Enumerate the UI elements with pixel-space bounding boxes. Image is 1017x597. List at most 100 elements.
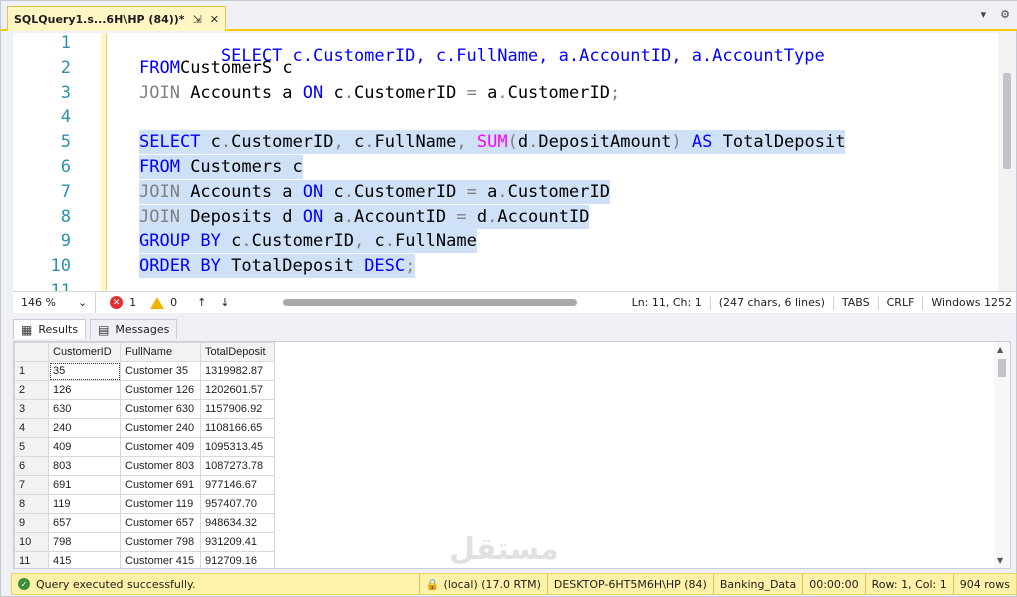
grid-cell[interactable]: 415 <box>48 551 121 568</box>
code-area[interactable]: SELECT c.CustomerID, c.FullName, a.Accou… <box>139 33 992 291</box>
line-endings[interactable]: CRLF <box>887 296 915 309</box>
table-row[interactable]: 4 240 Customer 240 1108166.65 <box>14 418 275 438</box>
tab-sqlquery1[interactable]: SQLQuery1.s...6H\HP (84))* ⇲ ✕ <box>7 6 226 31</box>
tab-title: SQLQuery1.s...6H\HP (84))* <box>14 12 185 26</box>
grid-cell[interactable]: 912709.16 <box>200 551 275 568</box>
grid-cell[interactable]: 119 <box>48 494 121 514</box>
close-icon[interactable]: ✕ <box>210 13 219 26</box>
table-row[interactable]: 10 798 Customer 798 931209.41 <box>14 532 275 552</box>
results-tabs: ▦ Results ▤ Messages <box>13 319 178 339</box>
zoom-selector[interactable]: 146 % ⌄ <box>13 292 97 313</box>
grid-cell[interactable]: 798 <box>48 532 121 552</box>
column-header-totaldeposit[interactable]: TotalDeposit <box>200 342 275 362</box>
grid-cell[interactable]: 1157906.92 <box>200 399 275 419</box>
grid-cell[interactable]: 1319982.87 <box>200 361 275 381</box>
code-token: . <box>384 231 395 252</box>
row-number[interactable]: 8 <box>14 494 49 514</box>
grid-cell[interactable]: Customer 415 <box>120 551 201 568</box>
code-token: CustomerID <box>354 82 467 103</box>
results-grid[interactable]: CustomerID FullName TotalDeposit 1 35 Cust… <box>13 341 1011 569</box>
scroll-thumb[interactable] <box>998 359 1006 377</box>
grid-cell[interactable]: 977146.67 <box>200 475 275 495</box>
scroll-thumb[interactable] <box>1003 73 1011 169</box>
row-number[interactable]: 9 <box>14 513 49 533</box>
table-row[interactable]: 2 126 Customer 126 1202601.57 <box>14 380 275 400</box>
grid-cell[interactable]: 691 <box>48 475 121 495</box>
row-number[interactable]: 11 <box>14 551 49 568</box>
code-line: SELECT c.CustomerID, c.FullName, SUM(d.D… <box>139 130 846 155</box>
chevron-down-icon[interactable]: ▾ <box>981 8 987 21</box>
scroll-up-icon[interactable]: ▲ <box>997 345 1003 354</box>
grid-cell[interactable]: 931209.41 <box>200 532 275 552</box>
row-number[interactable]: 5 <box>14 437 49 457</box>
arrow-up-icon[interactable]: ↑ <box>197 296 206 309</box>
grid-cell[interactable]: 240 <box>48 418 121 438</box>
grid-cell[interactable]: Customer 803 <box>120 456 201 476</box>
code-token: CustomerID <box>231 132 334 153</box>
grid-cell[interactable]: 957407.70 <box>200 494 275 514</box>
table-row[interactable]: 7 691 Customer 691 977146.67 <box>14 475 275 495</box>
warning-icon[interactable] <box>150 296 165 309</box>
grid-cell[interactable]: 35 <box>48 361 121 381</box>
code-token: d <box>517 132 529 153</box>
grid-cell[interactable]: Customer 35 <box>120 361 201 381</box>
grid-cell[interactable]: 1095313.45 <box>200 437 275 457</box>
grid-cell[interactable]: 657 <box>48 513 121 533</box>
table-row[interactable]: 8 119 Customer 119 957407.70 <box>14 494 275 514</box>
row-number[interactable]: 3 <box>14 399 49 419</box>
code-token: . <box>364 132 375 153</box>
table-row[interactable]: 9 657 Customer 657 948634.32 <box>14 513 275 533</box>
code-token: . <box>343 206 354 227</box>
row-number[interactable]: 10 <box>14 532 49 552</box>
table-row[interactable]: 1 35 Customer 35 1319982.87 <box>14 361 275 381</box>
grid-cell[interactable]: 126 <box>48 380 121 400</box>
editor-vertical-scrollbar[interactable] <box>998 33 1016 291</box>
grid-cell[interactable]: Customer 798 <box>120 532 201 552</box>
grid-cell[interactable]: 803 <box>48 456 121 476</box>
gear-icon[interactable]: ⚙ <box>1000 8 1010 21</box>
row-number[interactable]: 7 <box>14 475 49 495</box>
code-token: TotalDeposit <box>220 256 365 277</box>
grid-cell[interactable]: 948634.32 <box>200 513 275 533</box>
grid-cell[interactable]: Customer 126 <box>120 380 201 400</box>
grid-cell[interactable]: 630 <box>48 399 121 419</box>
grid-cell[interactable]: Customer 630 <box>120 399 201 419</box>
code-token: CustomerID <box>507 181 610 202</box>
query-status-bar: ✓ Query executed successfully. 🔒 (local) … <box>11 573 1017 595</box>
login-info: DESKTOP-6HT5M6H\HP (84) <box>546 574 713 594</box>
table-row[interactable]: 11 415 Customer 415 912709.16 <box>14 551 275 568</box>
row-number[interactable]: 1 <box>14 361 49 381</box>
tab-messages[interactable]: ▤ Messages <box>90 319 178 339</box>
grid-cell[interactable]: Customer 409 <box>120 437 201 457</box>
row-header-corner[interactable] <box>14 342 49 362</box>
column-header-fullname[interactable]: FullName <box>120 342 201 362</box>
code-line: FROM Customers c <box>139 155 303 179</box>
table-row[interactable]: 3 630 Customer 630 1157906.92 <box>14 399 275 419</box>
cursor-position: Row: 1, Col: 1 <box>864 574 953 594</box>
grid-cell[interactable]: 1202601.57 <box>200 380 275 400</box>
grid-cell[interactable]: Customer 691 <box>120 475 201 495</box>
encoding[interactable]: Windows 1252 <box>931 296 1012 309</box>
grid-cell[interactable]: Customer 240 <box>120 418 201 438</box>
grid-cell[interactable]: 1087273.78 <box>200 456 275 476</box>
scroll-down-icon[interactable]: ▼ <box>997 556 1003 565</box>
tab-results[interactable]: ▦ Results <box>13 319 87 339</box>
horizontal-scrollbar[interactable] <box>283 299 577 306</box>
code-token: ON <box>302 206 324 227</box>
table-row[interactable]: 6 803 Customer 803 1087273.78 <box>14 456 275 476</box>
arrow-down-icon[interactable]: ↓ <box>220 296 229 309</box>
query-editor[interactable]: 1 2 3 4 5 6 7 8 9 10 11 SELECT c.CustomerID, c.Ful… <box>13 33 1016 291</box>
table-row[interactable]: 5 409 Customer 409 1095313.45 <box>14 437 275 457</box>
row-number[interactable]: 2 <box>14 380 49 400</box>
indent-mode[interactable]: TABS <box>842 296 870 309</box>
grid-cell[interactable]: Customer 119 <box>120 494 201 514</box>
grid-vertical-scrollbar[interactable]: ▲ ▼ <box>994 342 1010 568</box>
column-header-customerid[interactable]: CustomerID <box>48 342 121 362</box>
pin-icon[interactable]: ⇲ <box>193 13 202 26</box>
error-icon[interactable]: ✕ <box>110 296 124 309</box>
grid-cell[interactable]: Customer 657 <box>120 513 201 533</box>
grid-cell[interactable]: 1108166.65 <box>200 418 275 438</box>
row-number[interactable]: 6 <box>14 456 49 476</box>
row-number[interactable]: 4 <box>14 418 49 438</box>
grid-cell[interactable]: 409 <box>48 437 121 457</box>
